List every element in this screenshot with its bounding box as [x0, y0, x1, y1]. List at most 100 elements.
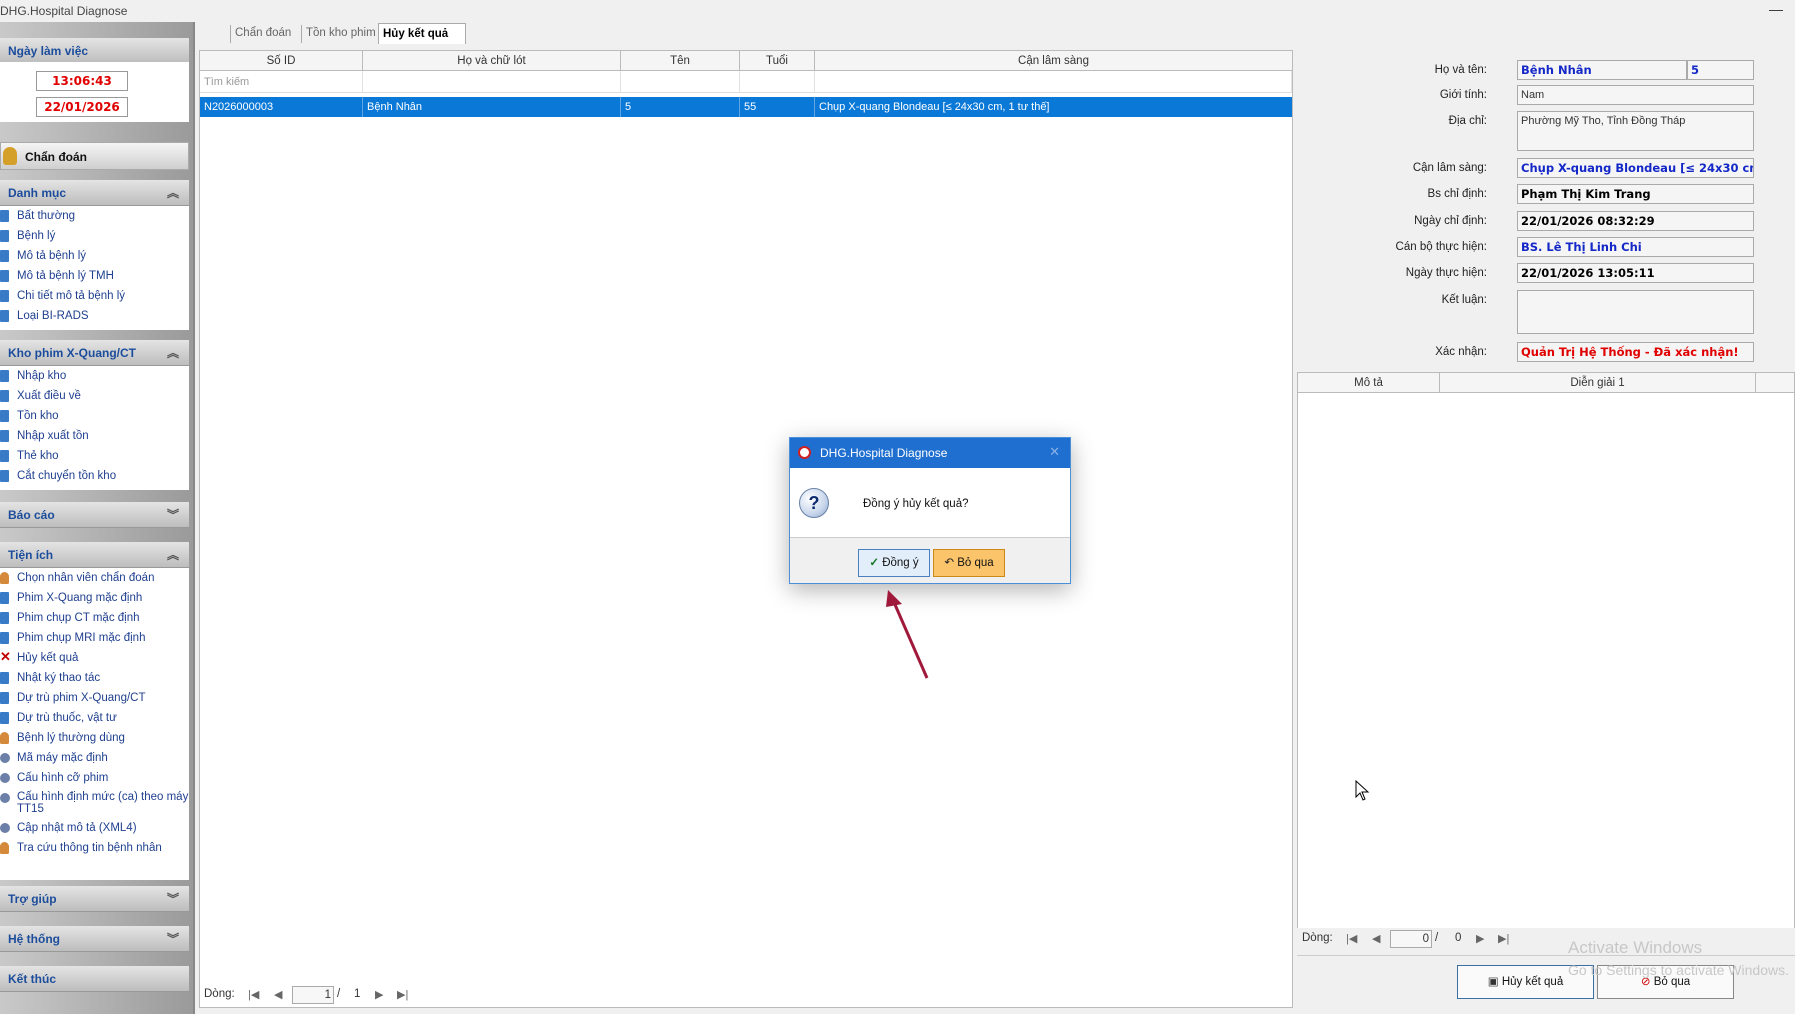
chevron-up-icon[interactable]: ︽ [167, 184, 179, 201]
book-icon [0, 470, 9, 482]
sidebar-item-phim-xquang[interactable]: Phim X-Quang mặc định [0, 588, 189, 608]
col-can-lam-sang[interactable]: Cận lâm sàng [815, 51, 1292, 71]
sidebar-item-dutru-thuoc[interactable]: Dự trù thuốc, vật tư [0, 708, 189, 728]
sidebar-item-capnhat-mota[interactable]: Cập nhật mô tả (XML4) [0, 818, 189, 838]
sidebar-item-tracuu[interactable]: Tra cứu thông tin bệnh nhân [0, 838, 189, 858]
gear-icon [0, 753, 10, 763]
book-icon [0, 310, 9, 322]
sidebar-item-chon-nhanvien[interactable]: Chọn nhân viên chẩn đoán [0, 568, 189, 588]
next-page-icon[interactable]: ▶ [1476, 932, 1484, 945]
chandoan-button[interactable]: Chẩn đoán [0, 142, 189, 170]
confirm-dialog: DHG.Hospital Diagnose ✕ ? Đồng ý hủy kết… [789, 437, 1071, 584]
confirm-label: Đồng ý [882, 557, 919, 569]
field-xac-nhan[interactable]: Quản Trị Hệ Thống - Đã xác nhận! [1517, 342, 1754, 362]
col-dien-giai[interactable]: Diễn giải 1 [1440, 373, 1756, 393]
sidebar-item-birads[interactable]: Loại BI-RADS [0, 306, 189, 326]
chevron-down-icon[interactable]: ︾ [167, 890, 179, 907]
chevron-down-icon[interactable]: ︾ [167, 506, 179, 523]
field-gioi-tinh[interactable]: Nam [1517, 85, 1754, 105]
sidebar-item-batthuong[interactable]: Bất thường [0, 206, 189, 226]
search-cell-ten[interactable] [621, 71, 740, 93]
search-input[interactable]: Tìm kiếm [200, 71, 363, 93]
confirm-button[interactable]: ✓ Đồng ý [858, 549, 930, 577]
search-cell-tuoi[interactable] [740, 71, 815, 93]
sidebar-item-benhly[interactable]: Bệnh lý [0, 226, 189, 246]
group-ketthuc[interactable]: Kết thúc [0, 966, 189, 992]
desc-pager-label: Dòng: [1302, 932, 1333, 944]
doctor-icon [3, 147, 17, 165]
sidebar-item-motabenhly[interactable]: Mô tả bệnh lý [0, 246, 189, 266]
sidebar-item-huy-ketqua[interactable]: ✕ Hủy kết quả [0, 648, 189, 668]
sidebar-item-catchuyen[interactable]: Cắt chuyển tồn kho [0, 466, 189, 486]
sidebar-item-cauhinh-cophim[interactable]: Cấu hình cỡ phim [0, 768, 189, 788]
sidebar-item-chitiet-mota[interactable]: Chi tiết mô tả bệnh lý [0, 286, 189, 306]
next-page-icon[interactable]: ▶ [375, 988, 383, 1001]
cell-ten: 5 [621, 97, 740, 117]
first-page-icon[interactable]: |◀ [1346, 932, 1357, 945]
title-bar: DHG.Hospital Diagnose — [0, 0, 1795, 22]
chevron-up-icon[interactable]: ︽ [167, 546, 179, 563]
col-tuoi[interactable]: Tuổi [740, 51, 815, 71]
table-row[interactable]: N2026000003 Bệnh Nhân 5 55 Chụp X-quang … [200, 97, 1292, 117]
field-ngay-thuc-hien[interactable]: 22/01/2026 13:05:11 [1517, 263, 1754, 283]
sidebar-item-phim-ct[interactable]: Phim chụp CT mặc định [0, 608, 189, 628]
group-ketthuc-label: Kết thúc [8, 972, 56, 986]
description-grid: Mô tả Diễn giải 1 [1297, 372, 1795, 946]
group-hethong[interactable]: Hệ thống ︾ [0, 926, 189, 952]
prev-page-icon[interactable]: ◀ [274, 988, 282, 1001]
dialog-cancel-button[interactable]: ↶ Bỏ qua [933, 549, 1005, 577]
sidebar-item-nhapkho[interactable]: Nhập kho [0, 366, 189, 386]
field-ho-ten[interactable]: Bệnh Nhân [1517, 60, 1687, 80]
dialog-footer: ✓ Đồng ý ↶ Bỏ qua [790, 537, 1070, 583]
close-icon[interactable]: ✕ [1049, 444, 1060, 460]
desc-page-input[interactable]: 0 [1390, 930, 1432, 948]
group-tienich[interactable]: Tiện ích ︽ [0, 542, 189, 568]
field-ten[interactable]: 5 [1687, 60, 1754, 80]
minimize-button[interactable]: — [1769, 1, 1783, 17]
sidebar-item-dutru-phim[interactable]: Dự trù phim X-Quang/CT [0, 688, 189, 708]
last-page-icon[interactable]: ▶| [397, 988, 408, 1001]
field-ngay-chi-dinh[interactable]: 22/01/2026 08:32:29 [1517, 211, 1754, 231]
field-ket-luan[interactable] [1517, 290, 1754, 334]
tab-tonkho-phim[interactable]: Tồn kho phim [301, 25, 380, 43]
sidebar-item-benhly-thuongdung[interactable]: Bệnh lý thường dùng [0, 728, 189, 748]
sidebar-item-tonkho[interactable]: Tồn kho [0, 406, 189, 426]
tab-chandoan[interactable]: Chẩn đoán [230, 25, 295, 43]
col-ho-chu-lot[interactable]: Họ và chữ lót [363, 51, 621, 71]
group-khophim[interactable]: Kho phim X-Quang/CT ︽ [0, 340, 189, 366]
first-page-icon[interactable]: |◀ [248, 988, 259, 1001]
col-mo-ta[interactable]: Mô tả [1298, 373, 1440, 393]
search-cell-cls[interactable] [815, 71, 1292, 93]
cell-ho-chu-lot: Bệnh Nhân [363, 97, 621, 117]
chevron-up-icon[interactable]: ︽ [167, 344, 179, 361]
chevron-down-icon[interactable]: ︾ [167, 930, 179, 947]
sidebar-item-motabenhly-tmh[interactable]: Mô tả bệnh lý TMH [0, 266, 189, 286]
field-bs-chi-dinh[interactable]: Phạm Thị Kim Trang [1517, 184, 1754, 204]
dialog-title-bar: DHG.Hospital Diagnose ✕ [790, 438, 1070, 468]
sidebar-item-xuatdieuve[interactable]: Xuất điều về [0, 386, 189, 406]
tab-huy-ketqua[interactable]: Hủy kết quả [378, 23, 466, 44]
field-can-bo[interactable]: BS. Lê Thị Linh Chi [1517, 237, 1754, 257]
sidebar-item-mamay[interactable]: Mã máy mặc định [0, 748, 189, 768]
sidebar-item-phim-mri[interactable]: Phim chụp MRI mặc định [0, 628, 189, 648]
sidebar-item-thekho[interactable]: Thẻ kho [0, 446, 189, 466]
sidebar-item-nhapxuatton[interactable]: Nhập xuất tồn [0, 426, 189, 446]
patient-grid: Số ID Họ và chữ lót Tên Tuổi Cận lâm sàn… [199, 50, 1293, 1008]
last-page-icon[interactable]: ▶| [1498, 932, 1509, 945]
field-dia-chi[interactable]: Phường Mỹ Tho, Tỉnh Đồng Tháp [1517, 111, 1754, 151]
field-can-lam-sang[interactable]: Chụp X-quang Blondeau [≤ 24x30 cm, 1 t [1517, 158, 1754, 178]
pager-sep: / [337, 988, 341, 1000]
search-cell-ho[interactable] [363, 71, 621, 93]
group-baocao[interactable]: Báo cáo ︾ [0, 502, 189, 528]
prev-page-icon[interactable]: ◀ [1372, 932, 1380, 945]
date-display[interactable]: 22/01/2026 [36, 97, 128, 117]
page-number-input[interactable]: 1 [292, 986, 334, 1004]
group-danhmuc[interactable]: Danh mục ︽ [0, 180, 189, 206]
sidebar-item-nhatky[interactable]: Nhật ký thao tác [0, 668, 189, 688]
col-ten[interactable]: Tên [621, 51, 740, 71]
label-ho-ten: Họ và tên: [1434, 64, 1487, 76]
sidebar-item-cauhinh-dinhmuc[interactable]: Cấu hình định mức (ca) theo máy TT15 [0, 788, 189, 818]
col-so-id[interactable]: Số ID [200, 51, 363, 71]
gear-icon [0, 793, 10, 803]
group-trogiup[interactable]: Trợ giúp ︾ [0, 886, 189, 912]
